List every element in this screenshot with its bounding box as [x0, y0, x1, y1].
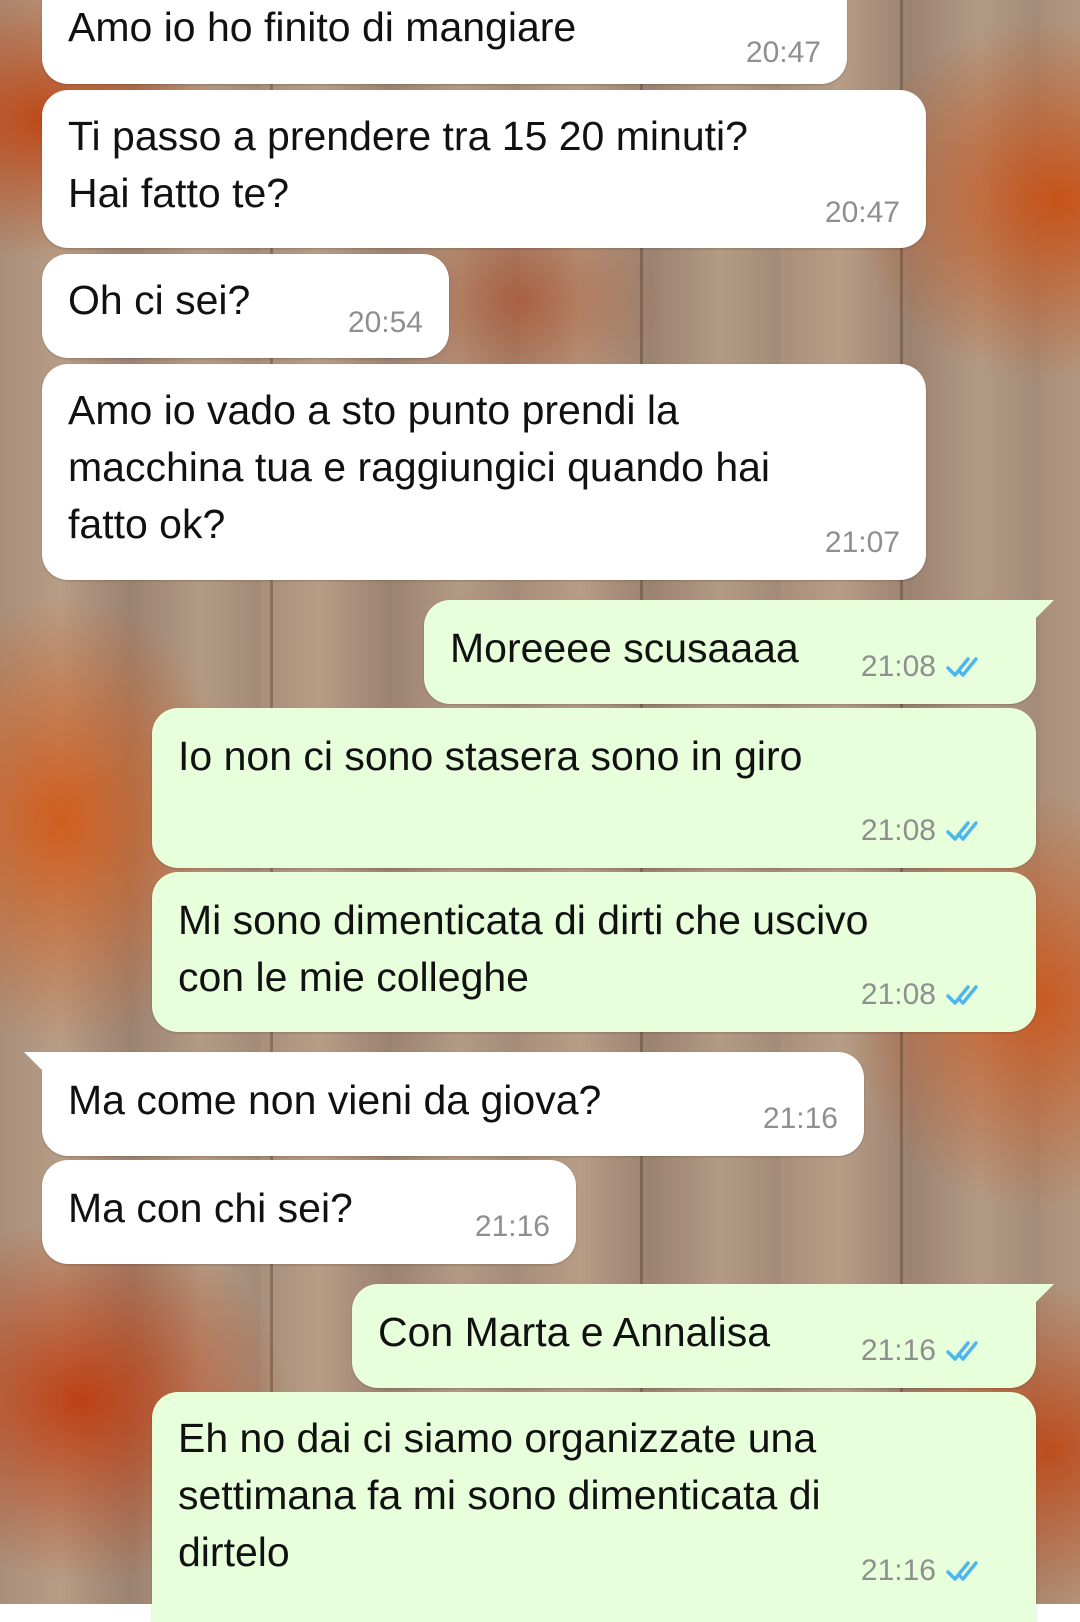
message-text: Io non ci sono stasera sono in giro: [178, 733, 803, 779]
incoming-message[interactable]: Ma come non vieni da giova? 21:16: [24, 1052, 864, 1156]
incoming-message[interactable]: Ma con chi sei? 21:16: [42, 1160, 576, 1264]
message-text: Amo io ho finito di mangiare: [68, 4, 577, 50]
double-check-read-icon: [946, 985, 978, 1005]
message-meta: 20:54: [348, 308, 423, 338]
message-time: 21:08: [860, 650, 936, 683]
outgoing-message[interactable]: Moreeee scusaaaa 21:08: [424, 600, 1054, 704]
message-meta: 20:47: [825, 198, 900, 228]
outgoing-message[interactable]: Eh no dai ci siamo organizzate una setti…: [152, 1392, 1036, 1622]
message-meta: 21:16: [763, 1104, 838, 1134]
message-text: Ma come non vieni da giova?: [68, 1077, 602, 1123]
message-meta: 21:07: [825, 528, 900, 558]
message-time: 20:47: [745, 36, 821, 69]
message-meta: 21:16: [861, 1556, 988, 1586]
message-meta: 20:47: [746, 38, 821, 68]
bubble-tail: [1030, 1284, 1054, 1308]
message-time: 21:16: [860, 1554, 936, 1587]
message-meta: 21:08: [861, 652, 988, 682]
message-meta: 21:08: [861, 980, 988, 1010]
bubble-tail: [24, 1052, 48, 1076]
message-time: 21:16: [762, 1102, 838, 1135]
bubble-tail: [1030, 600, 1054, 624]
double-check-read-icon: [946, 657, 978, 677]
message-time: 20:54: [347, 306, 423, 339]
message-text: Ti passo a prendere tra 15 20 minuti? Ha…: [68, 113, 748, 216]
outgoing-message[interactable]: Io non ci sono stasera sono in giro 21:0…: [152, 708, 1036, 868]
message-time: 21:08: [860, 814, 936, 847]
message-time: 21:07: [824, 526, 900, 559]
incoming-message[interactable]: Ti passo a prendere tra 15 20 minuti? Ha…: [42, 90, 926, 248]
message-time: 21:08: [860, 978, 936, 1011]
double-check-read-icon: [946, 1341, 978, 1361]
double-check-read-icon: [946, 1561, 978, 1581]
double-check-read-icon: [946, 821, 978, 841]
message-meta: 21:08: [861, 816, 988, 846]
message-time: 21:16: [474, 1210, 550, 1243]
outgoing-message[interactable]: Mi sono dimenticata di dirti che uscivo …: [152, 872, 1036, 1032]
incoming-message[interactable]: Amo io vado a sto punto prendi la macchi…: [42, 364, 926, 580]
incoming-message[interactable]: Oh ci sei? 20:54: [42, 254, 449, 358]
message-meta: 21:16: [475, 1212, 550, 1242]
message-time: 21:16: [860, 1334, 936, 1367]
message-list[interactable]: Amo io ho finito di mangiare 20:47 Ti pa…: [0, 0, 1080, 1622]
incoming-message[interactable]: Amo io ho finito di mangiare 20:47: [42, 0, 847, 84]
message-time: 20:47: [824, 196, 900, 229]
message-text: Amo io vado a sto punto prendi la macchi…: [68, 387, 771, 547]
message-meta: 21:16: [861, 1336, 988, 1366]
outgoing-message[interactable]: Con Marta e Annalisa 21:16: [352, 1284, 1054, 1388]
